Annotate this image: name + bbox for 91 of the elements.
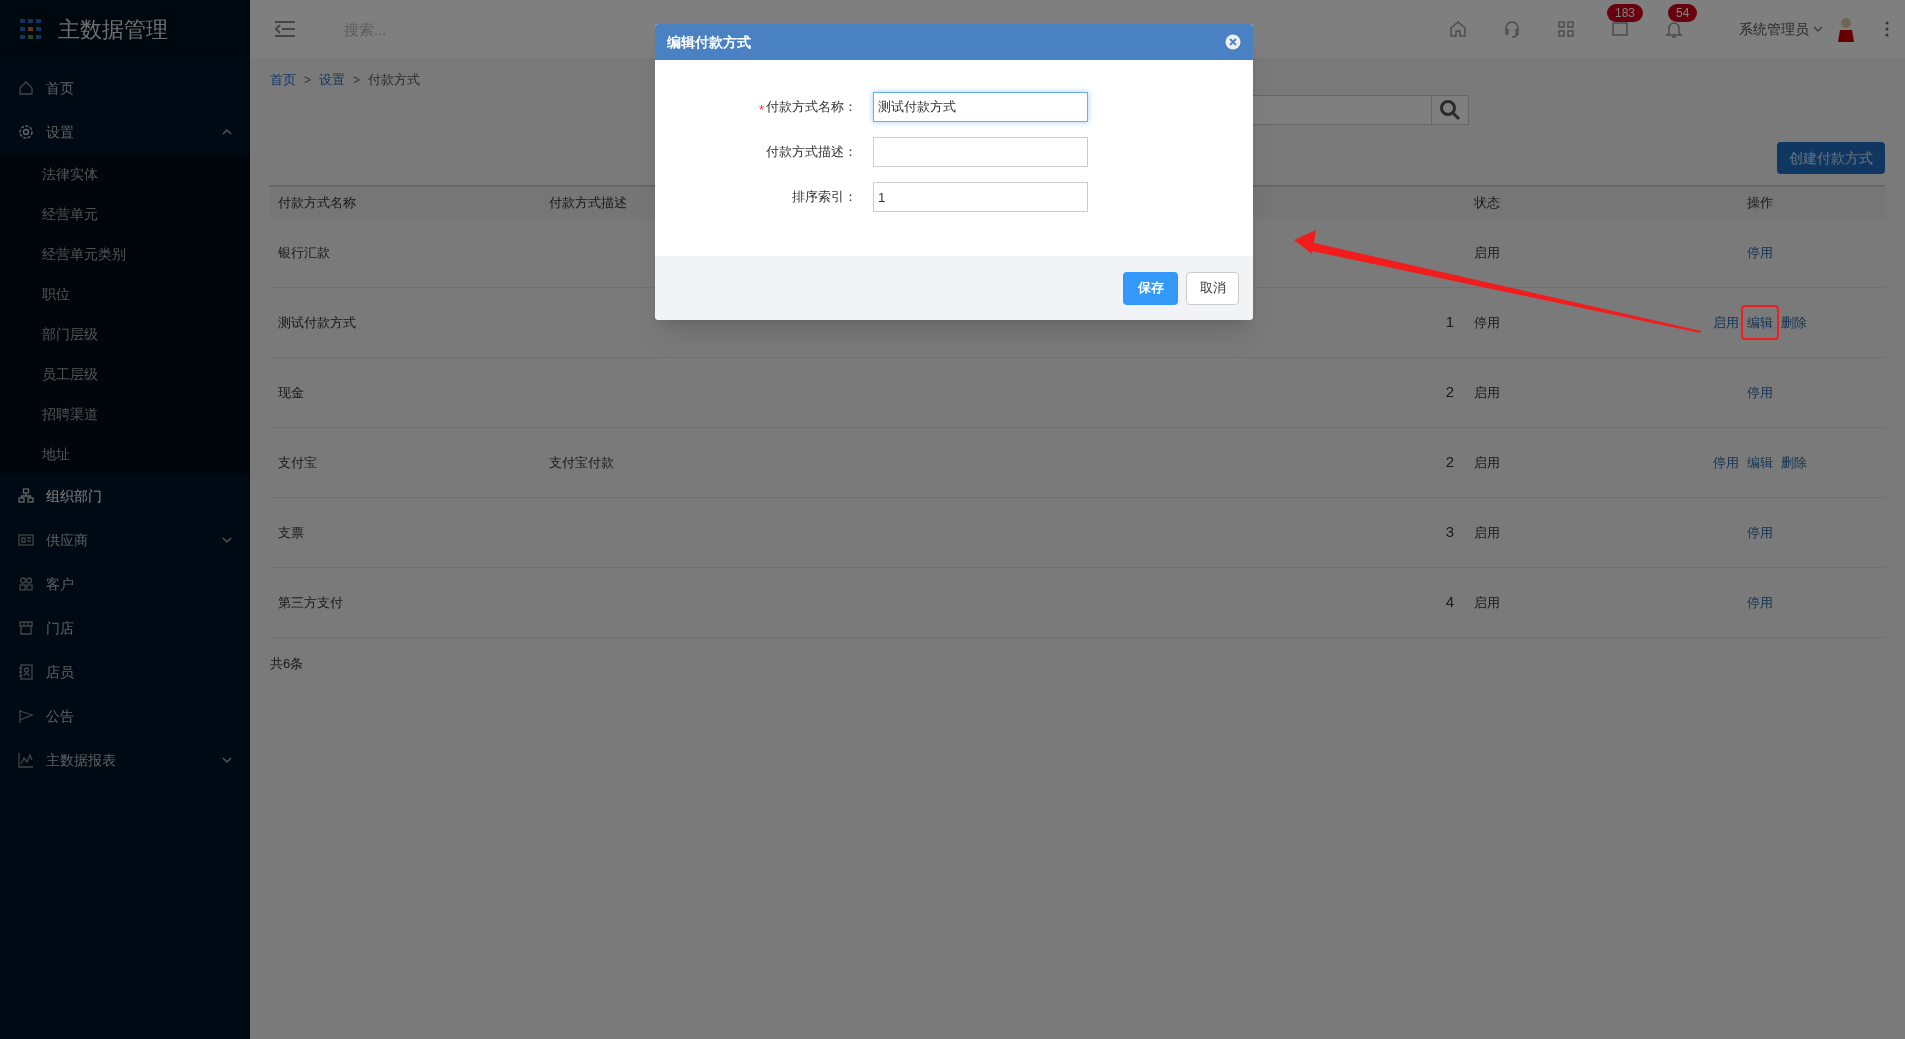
table-cell: 第三方支付 — [278, 594, 343, 610]
input-field[interactable]: 测试付款方式 — [873, 92, 1088, 122]
breadcrumb-link[interactable]: 首页 — [270, 70, 296, 90]
action-link[interactable]: 删除 — [1781, 314, 1807, 330]
menu-icon[interactable] — [274, 20, 296, 38]
input-field[interactable]: 1 — [873, 182, 1088, 212]
column-header: 状态 — [1474, 194, 1500, 210]
breadcrumb-current: 付款方式 — [368, 71, 421, 90]
action-link[interactable]: 停用 — [1747, 594, 1773, 610]
table-cell: 现金 — [278, 384, 304, 400]
table-cell: 启用 — [1474, 524, 1500, 540]
breadcrumb-link[interactable]: 设置 — [319, 70, 345, 90]
home-icon — [18, 80, 34, 96]
message-count-badge: 183 — [1607, 4, 1644, 22]
column-header: 付款方式名称 — [278, 194, 356, 210]
table-cell: 启用 — [1474, 384, 1500, 400]
user-name[interactable]: 系统管理员 — [1739, 18, 1809, 40]
sidebar-item[interactable]: 首页 — [0, 66, 250, 110]
table-cell-text: 1 — [1445, 312, 1454, 333]
app-title: 主数据管理 — [58, 15, 168, 44]
flag-icon — [18, 708, 34, 724]
sidebar-item[interactable]: 店员 — [0, 650, 250, 694]
table-cell-text: 4 — [1445, 592, 1454, 613]
cancel-button[interactable]: 取消 — [1186, 271, 1239, 305]
sidebar-subitem[interactable]: 法律实体 — [0, 154, 250, 194]
id-card-icon — [18, 532, 34, 548]
input-field[interactable] — [873, 137, 1088, 167]
required-mark: * — [758, 101, 764, 120]
field-label: 排序索引： — [792, 188, 857, 207]
avatar-icon[interactable] — [1835, 16, 1857, 42]
search-icon — [1439, 99, 1461, 121]
inbox-icon[interactable] — [1611, 20, 1629, 38]
dialog-title: 编辑付款方式 — [667, 32, 751, 52]
action-link[interactable]: 停用 — [1747, 384, 1773, 400]
sidebar-item[interactable]: 供应商 — [0, 518, 250, 562]
sidebar-subitem[interactable]: 职位 — [0, 274, 250, 314]
home-icon[interactable] — [1449, 20, 1467, 38]
headset-icon[interactable] — [1503, 20, 1521, 38]
table-cell: 测试付款方式 — [278, 314, 356, 330]
breadcrumb-separator: > — [304, 72, 311, 89]
table-cell-text: 2 — [1445, 452, 1454, 473]
bell-icon[interactable] — [1665, 20, 1683, 38]
field-label: 付款方式名称： — [766, 98, 857, 117]
table-cell: 支票 — [278, 524, 304, 540]
create-button[interactable]: 创建付款方式 — [1777, 142, 1885, 174]
more-icon[interactable] — [1885, 21, 1889, 37]
settings-icon — [18, 124, 34, 140]
sidebar-item[interactable]: 设置 — [0, 110, 250, 154]
column-header: 付款方式描述 — [549, 194, 627, 210]
table-cell: 启用 — [1474, 594, 1500, 610]
action-link[interactable]: 编辑 — [1747, 314, 1773, 330]
table-cell: 启用 — [1474, 244, 1500, 260]
action-link[interactable]: 停用 — [1747, 524, 1773, 540]
sidebar-subitem[interactable]: 部门层级 — [0, 314, 250, 354]
action-link[interactable]: 删除 — [1781, 454, 1807, 470]
action-link[interactable]: 停用 — [1747, 244, 1773, 260]
storefront-icon — [18, 620, 34, 636]
notification-count-badge: 54 — [1668, 4, 1698, 22]
action-link[interactable]: 启用 — [1713, 314, 1739, 330]
sidebar-subitem[interactable]: 员工层级 — [0, 354, 250, 394]
table-cell: 停用 — [1474, 314, 1500, 330]
table-cell-text: 3 — [1445, 522, 1454, 543]
org-chart-icon — [18, 488, 34, 504]
sidebar-item[interactable]: 公告 — [0, 694, 250, 738]
table-cell: 启用 — [1474, 454, 1500, 470]
sidebar-subitem[interactable]: 经营单元 — [0, 194, 250, 234]
sidebar-subitem[interactable]: 地址 — [0, 434, 250, 474]
action-link[interactable]: 停用 — [1713, 454, 1739, 470]
action-link[interactable]: 编辑 — [1747, 454, 1773, 470]
breadcrumb-separator: > — [353, 72, 361, 89]
table-cell: 支付宝 — [278, 454, 317, 470]
sidebar-subitem[interactable]: 经营单元类别 — [0, 234, 250, 274]
sidebar-item[interactable]: 主数据报表 — [0, 738, 250, 782]
sidebar-item[interactable]: 客户 — [0, 562, 250, 606]
contact-card-icon — [18, 664, 34, 680]
grid-icon[interactable] — [1557, 20, 1575, 38]
sidebar-subitem[interactable]: 招聘渠道 — [0, 394, 250, 434]
sidebar-item[interactable]: 组织部门 — [0, 474, 250, 518]
field-label: 付款方式描述： — [766, 143, 857, 162]
chevron-down-icon[interactable] — [1813, 25, 1823, 33]
close-icon[interactable] — [1225, 34, 1241, 50]
app-grid-icon — [20, 19, 42, 39]
save-button[interactable]: 保存 — [1123, 271, 1178, 305]
line-chart-icon — [18, 752, 34, 768]
people-icon — [18, 576, 34, 592]
column-header: 操作 — [1747, 194, 1773, 210]
table-cell: 银行汇款 — [278, 244, 330, 260]
sidebar-item[interactable]: 门店 — [0, 606, 250, 650]
table-cell: 支付宝付款 — [549, 454, 614, 470]
total-count: 共6条 — [270, 655, 304, 673]
table-cell-text: 2 — [1445, 382, 1454, 403]
